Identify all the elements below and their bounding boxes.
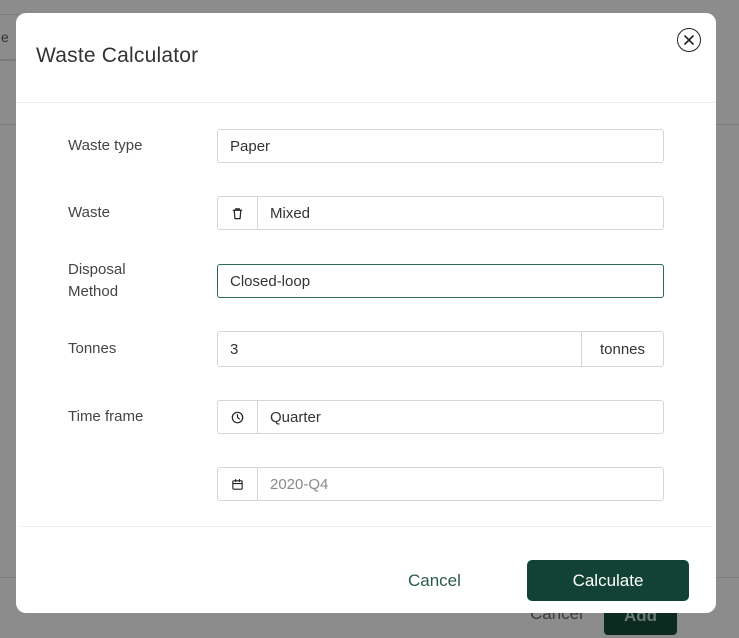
cancel-button[interactable]: Cancel [408,571,461,591]
waste-type-value: Paper [230,137,271,155]
time-frame-select[interactable]: Quarter [217,400,664,434]
background-input-text: e [1,29,9,45]
waste-calculator-modal: Waste Calculator Waste type Paper Waste … [16,13,716,613]
tonnes-unit: tonnes [581,332,663,366]
disposal-method-label: Disposal Method [68,259,126,303]
calculate-button[interactable]: Calculate [527,560,689,601]
time-frame-label: Time frame [68,408,144,425]
waste-select[interactable]: Mixed [217,196,664,230]
modal-footer-divider [20,526,712,527]
time-frame-value: Quarter [270,408,321,426]
waste-value: Mixed [270,204,311,222]
clock-icon [231,411,244,423]
close-button[interactable] [677,28,701,52]
modal-header: Waste Calculator [16,13,716,103]
disposal-method-label-line1: Disposal [68,261,126,278]
tonnes-value: 3 [230,340,239,358]
period-addon [218,468,258,500]
trash-icon [232,207,243,219]
period-input[interactable]: 2020-Q4 [217,467,664,501]
background-divider [0,60,15,61]
disposal-method-select[interactable]: Closed-loop [217,264,664,298]
tonnes-label: Tonnes [68,340,117,357]
disposal-method-value: Closed-loop [230,272,311,290]
time-frame-addon [218,401,258,433]
tonnes-input[interactable]: 3 tonnes [217,331,664,367]
waste-addon [218,197,258,229]
close-icon [684,35,694,45]
waste-type-label: Waste type [68,137,143,154]
waste-type-select[interactable]: Paper [217,129,664,163]
disposal-method-label-line2: Method [68,283,119,300]
modal-title: Waste Calculator [36,44,199,67]
calendar-icon [232,478,243,490]
period-placeholder: 2020-Q4 [270,475,329,493]
waste-label: Waste [68,204,110,221]
